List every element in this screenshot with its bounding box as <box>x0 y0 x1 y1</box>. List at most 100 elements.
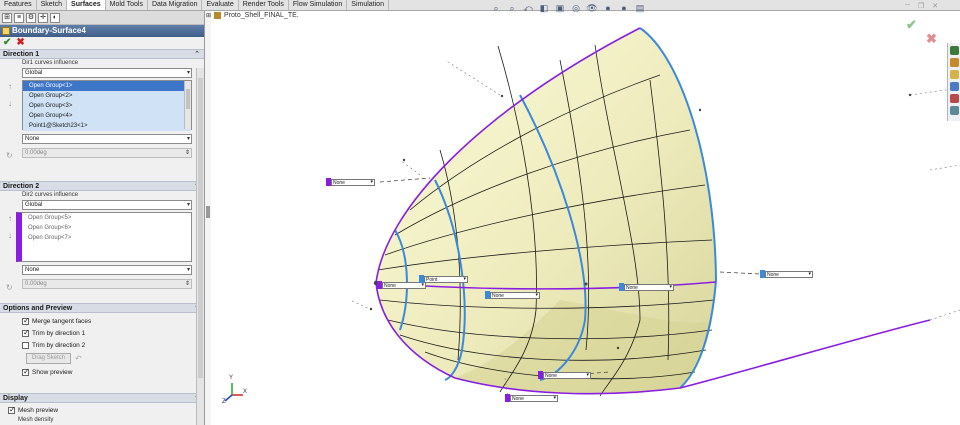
zoom-to-fit-icon[interactable]: ⌕ <box>490 2 502 14</box>
dir2-angle-field[interactable]: 0.00deg ⇕ <box>22 279 192 289</box>
reverse-direction-icon[interactable]: ↻ <box>6 283 13 292</box>
confirm-ok-icon[interactable]: ✔ <box>906 17 917 32</box>
file-explorer-icon[interactable] <box>950 70 959 79</box>
connector-dropdown[interactable]: None ▾ <box>485 291 540 299</box>
checkbox-preview[interactable] <box>22 367 30 376</box>
connector-dropdown[interactable]: None ▾ <box>505 394 558 402</box>
connector-select[interactable]: None ▾ <box>331 178 375 186</box>
connector-select[interactable]: None ▾ <box>510 394 558 402</box>
move-up-icon[interactable]: ↑ <box>8 82 12 91</box>
drag-sketch-button[interactable]: Drag Sketch <box>26 353 72 364</box>
show-preview-checkbox[interactable]: Show preview <box>22 366 192 378</box>
zoom-to-area-icon[interactable]: ⌕ <box>506 2 518 14</box>
options-title: Options and Preview <box>3 305 73 312</box>
list-item[interactable]: Open Group<4> <box>23 111 191 121</box>
dir1-angle-field[interactable]: 0.00deg ⇕ <box>22 148 192 158</box>
resources-icon[interactable] <box>950 46 959 55</box>
direction2-header[interactable]: Direction 2 ⌃ <box>0 181 204 191</box>
move-down-icon[interactable]: ↓ <box>8 231 12 240</box>
connector-dropdown[interactable]: None ▾ <box>538 371 591 379</box>
checkbox-trim2[interactable] <box>22 341 29 349</box>
custom-properties-icon[interactable] <box>950 106 959 115</box>
tab-render-tools[interactable]: Render Tools <box>239 0 289 10</box>
ok-check-icon[interactable]: ✔ <box>3 38 11 48</box>
close-window-icon[interactable]: ✕ <box>932 2 938 10</box>
list-item[interactable]: Open Group<5> <box>22 213 191 223</box>
trim-dir1-checkbox[interactable]: Trim by direction 1 <box>22 327 192 339</box>
tab-simulation[interactable]: Simulation <box>347 0 389 10</box>
property-manager-icon[interactable]: ≡ <box>14 13 24 23</box>
graphics-viewport[interactable]: Y X Z <box>211 11 960 425</box>
dir2-curves-list[interactable]: Open Group<5> Open Group<6> Open Group<7… <box>16 212 192 262</box>
appearances-icon[interactable] <box>950 94 959 103</box>
tab-flow-simulation[interactable]: Flow Simulation <box>289 0 348 10</box>
checkbox-merge[interactable] <box>22 316 30 325</box>
tab-data-migration[interactable]: Data Migration <box>148 0 203 10</box>
list-item[interactable]: Open Group<3> <box>23 101 191 111</box>
connector-select[interactable]: Point ▾ <box>424 275 468 283</box>
chevron-down-icon: ▾ <box>370 178 373 185</box>
undo-icon[interactable]: ↶ <box>75 354 82 363</box>
list-item[interactable]: Open Group<7> <box>22 233 191 243</box>
restore-icon[interactable]: ❐ <box>918 2 924 10</box>
connector-dropdown[interactable]: None ▾ <box>326 178 375 186</box>
confirm-cancel-icon[interactable]: ✖ <box>926 32 937 45</box>
dir2-influence-value: Global <box>25 202 43 208</box>
dir1-angle-value: 0.00deg <box>25 150 47 156</box>
chevron-down-icon: ▾ <box>463 275 466 282</box>
configuration-manager-icon[interactable]: ⚙ <box>26 13 36 23</box>
appearance-icon[interactable]: ● <box>602 2 614 14</box>
connector-dropdown[interactable]: Point ▾ <box>419 275 468 283</box>
display-style-icon[interactable]: ◎ <box>570 2 582 14</box>
reverse-direction-icon[interactable]: ↻ <box>6 151 13 160</box>
display-header[interactable]: Display ⌃ <box>0 393 204 403</box>
design-library-icon[interactable] <box>950 58 959 67</box>
move-down-icon[interactable]: ↓ <box>8 99 12 108</box>
list-item[interactable]: Open Group<2> <box>23 91 191 101</box>
pm-scrollbar[interactable] <box>196 68 204 425</box>
scene-icon[interactable]: ● <box>618 2 630 14</box>
hide-show-icon[interactable]: 👁 <box>586 2 598 14</box>
dir2-influence-select[interactable]: Global ▾ <box>22 200 192 210</box>
tab-sketch[interactable]: Sketch <box>37 0 68 10</box>
previous-view-icon[interactable]: ⤺ <box>522 2 534 14</box>
list-item[interactable]: Point1@Sketch23<1> <box>23 121 191 131</box>
section-view-icon[interactable]: ◧ <box>538 2 550 14</box>
move-up-icon[interactable]: ↑ <box>8 214 12 223</box>
connector-select[interactable]: None ▾ <box>765 270 813 278</box>
list-item[interactable]: Open Group<6> <box>22 223 191 233</box>
connector-dropdown[interactable]: None ▾ <box>760 270 813 278</box>
minimize-icon[interactable]: ─ <box>905 2 910 10</box>
options-header[interactable]: Options and Preview ⌃ <box>0 303 204 313</box>
checkbox-mesh[interactable] <box>8 405 16 414</box>
merge-tangent-faces-checkbox[interactable]: Merge tangent faces <box>22 315 192 327</box>
display-manager-icon[interactable]: ◐ <box>50 13 60 23</box>
connector-select[interactable]: None ▾ <box>543 371 591 379</box>
list-item[interactable]: Open Group<1> <box>23 81 191 91</box>
feature-manager-icon[interactable]: ⊞ <box>2 13 12 23</box>
dir1-influence-select[interactable]: Global ▾ <box>22 68 192 78</box>
tab-mold-tools[interactable]: Mold Tools <box>106 0 148 10</box>
view-orientation-icon[interactable]: ▣ <box>554 2 566 14</box>
dir1-tangency-select[interactable]: None ▾ <box>22 134 192 144</box>
connector-dropdown[interactable]: None ▾ <box>619 283 674 291</box>
cancel-x-icon[interactable]: ✖ <box>16 38 24 48</box>
connector-select[interactable]: None ▾ <box>624 283 674 291</box>
tab-features[interactable]: Features <box>0 0 37 10</box>
tab-evaluate[interactable]: Evaluate <box>202 0 239 10</box>
chevron-down-icon: ▾ <box>186 70 190 76</box>
dimxpert-icon[interactable]: ✛ <box>38 13 48 23</box>
feature-tree-flyout[interactable]: ⊞ Proto_Shell_FINAL_TE. <box>206 12 299 19</box>
list-scrollbar[interactable] <box>184 81 191 129</box>
direction1-header[interactable]: Direction 1 ⌃ <box>0 49 204 59</box>
dir1-curves-list[interactable]: Open Group<1> Open Group<2> Open Group<3… <box>22 80 192 131</box>
connector-value: None <box>492 292 504 299</box>
tab-surfaces[interactable]: Surfaces <box>67 0 106 10</box>
mesh-preview-checkbox[interactable]: Mesh preview <box>8 404 192 416</box>
view-settings-icon[interactable]: ▤ <box>634 2 646 14</box>
trim-dir2-checkbox[interactable]: Trim by direction 2 <box>22 339 192 351</box>
dir2-tangency-select[interactable]: None ▾ <box>22 265 192 275</box>
checkbox-trim1[interactable] <box>22 328 30 337</box>
connector-select[interactable]: None ▾ <box>490 291 540 299</box>
view-palette-icon[interactable] <box>950 82 959 91</box>
